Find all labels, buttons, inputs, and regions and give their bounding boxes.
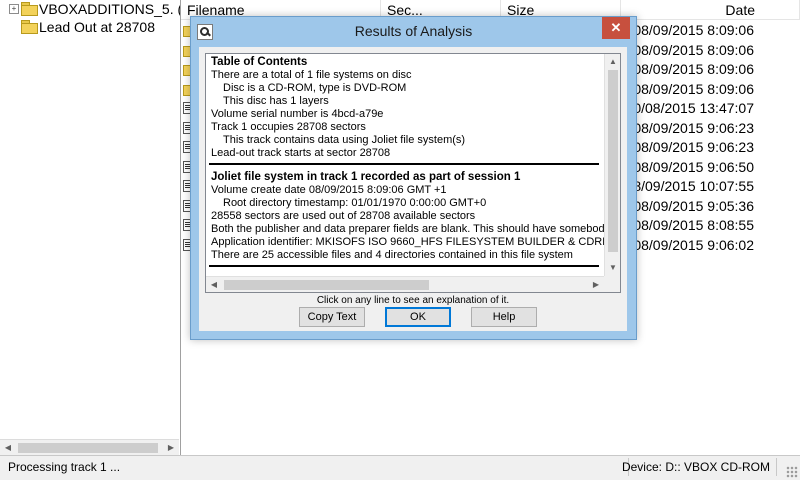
dialog-title: Results of Analysis [354, 23, 473, 39]
close-icon[interactable]: ✕ [602, 17, 630, 39]
help-button[interactable]: Help [471, 307, 537, 327]
scroll-up-icon[interactable]: ▲ [605, 54, 620, 70]
report-line[interactable]: There are a total of 1 file systems on d… [211, 69, 412, 82]
folder-icon [21, 20, 38, 34]
report-line[interactable]: Volume create date 08/09/2015 8:09:06 GM… [211, 184, 447, 197]
dialog-body: Table of Contents There are a total of 1 … [199, 47, 627, 331]
report-heading[interactable]: Table of Contents [211, 56, 307, 69]
report-line[interactable]: There are 25 accessible files and 4 dire… [211, 249, 573, 262]
tree-item-label: Lead Out at 28708 [39, 19, 155, 35]
report-line[interactable]: Both the publisher and data preparer fie… [211, 223, 620, 236]
file-date: 08/09/2015 8:09:06 [633, 80, 754, 97]
report-horizontal-scrollbar[interactable]: ◀ ▶ [206, 276, 604, 292]
ok-button[interactable]: OK [385, 307, 451, 327]
tree-horizontal-scrollbar[interactable]: ◀ ▶ [0, 439, 179, 455]
file-date: 08/09/2015 8:09:06 [633, 22, 754, 38]
resize-grip-icon[interactable] [786, 466, 798, 478]
scroll-down-icon[interactable]: ▼ [605, 260, 620, 276]
status-bar: Processing track 1 ... Device: D:: VBOX … [0, 455, 800, 480]
copy-text-button[interactable]: Copy Text [299, 307, 365, 327]
analysis-report[interactable]: Table of Contents There are a total of 1 … [205, 53, 621, 293]
scroll-left-icon[interactable]: ◀ [206, 277, 222, 292]
scrollbar-thumb[interactable] [18, 443, 158, 453]
file-date: 08/09/2015 9:06:50 [633, 158, 754, 175]
status-text: Processing track 1 ... [8, 460, 121, 474]
folder-tree-pane[interactable]: + VBOXADDITIONS_5. (S Lead Out at 28708 … [0, 0, 181, 455]
scrollbar-thumb[interactable] [224, 280, 429, 290]
device-status: Device: D:: VBOX CD-ROM [621, 460, 770, 474]
file-date: 08/09/2015 9:05:36 [633, 197, 754, 214]
scroll-right-icon[interactable]: ▶ [163, 440, 179, 455]
file-date: 08/09/2015 9:06:23 [633, 139, 754, 155]
file-date: 20/08/2015 13:47:07 [625, 100, 754, 116]
file-date: 08/09/2015 9:06:02 [633, 236, 754, 253]
section-divider [209, 265, 599, 267]
report-vertical-scrollbar[interactable]: ▲ ▼ [604, 54, 620, 276]
report-line[interactable]: This disc has 1 layers [223, 95, 329, 108]
report-line[interactable]: This track contains data using Joliet fi… [223, 134, 465, 147]
scrollbar-thumb[interactable] [608, 70, 618, 252]
file-date: 08/09/2015 8:08:55 [633, 217, 754, 233]
tree-item-label: VBOXADDITIONS_5. (S [39, 1, 181, 17]
report-heading[interactable]: Joliet file system in track 1 recorded a… [211, 171, 520, 184]
file-date: 08/09/2015 8:09:06 [633, 61, 754, 77]
file-date: 08/09/2015 8:09:06 [633, 41, 754, 58]
scrollbar-corner [604, 276, 620, 292]
column-header-date[interactable]: Date [621, 0, 800, 20]
results-dialog: Results of Analysis ✕ Table of Contents T… [190, 16, 637, 340]
report-line[interactable]: Lead-out track starts at sector 28708 [211, 147, 390, 160]
file-date: 08/09/2015 10:07:55 [625, 178, 754, 194]
report-line[interactable]: Volume serial number is 4bcd-a79e [211, 108, 383, 121]
scroll-right-icon[interactable]: ▶ [588, 277, 604, 292]
status-separator [776, 458, 777, 476]
hint-text: Click on any line to see an explanation … [316, 295, 510, 306]
dialog-titlebar[interactable]: Results of Analysis ✕ [191, 17, 636, 45]
tree-expander-icon[interactable]: + [9, 4, 19, 14]
file-date: 08/09/2015 9:06:23 [633, 119, 754, 136]
scroll-left-icon[interactable]: ◀ [0, 440, 16, 455]
report-line[interactable]: Root directory timestamp: 01/01/1970 0:0… [223, 197, 486, 210]
tree-item-volume[interactable]: + VBOXADDITIONS_5. (S [0, 0, 180, 18]
report-line[interactable]: Disc is a CD-ROM, type is DVD-ROM [223, 82, 406, 95]
folder-icon [21, 2, 38, 16]
report-line[interactable]: 28558 sectors are used out of 28708 avai… [211, 210, 475, 223]
report-line[interactable]: Application identifier: MKISOFS ISO 9660… [211, 236, 620, 249]
tree-item-lead-out[interactable]: Lead Out at 28708 [0, 18, 180, 36]
report-line[interactable]: Track 1 occupies 28708 sectors [211, 121, 366, 134]
section-divider [209, 163, 599, 165]
